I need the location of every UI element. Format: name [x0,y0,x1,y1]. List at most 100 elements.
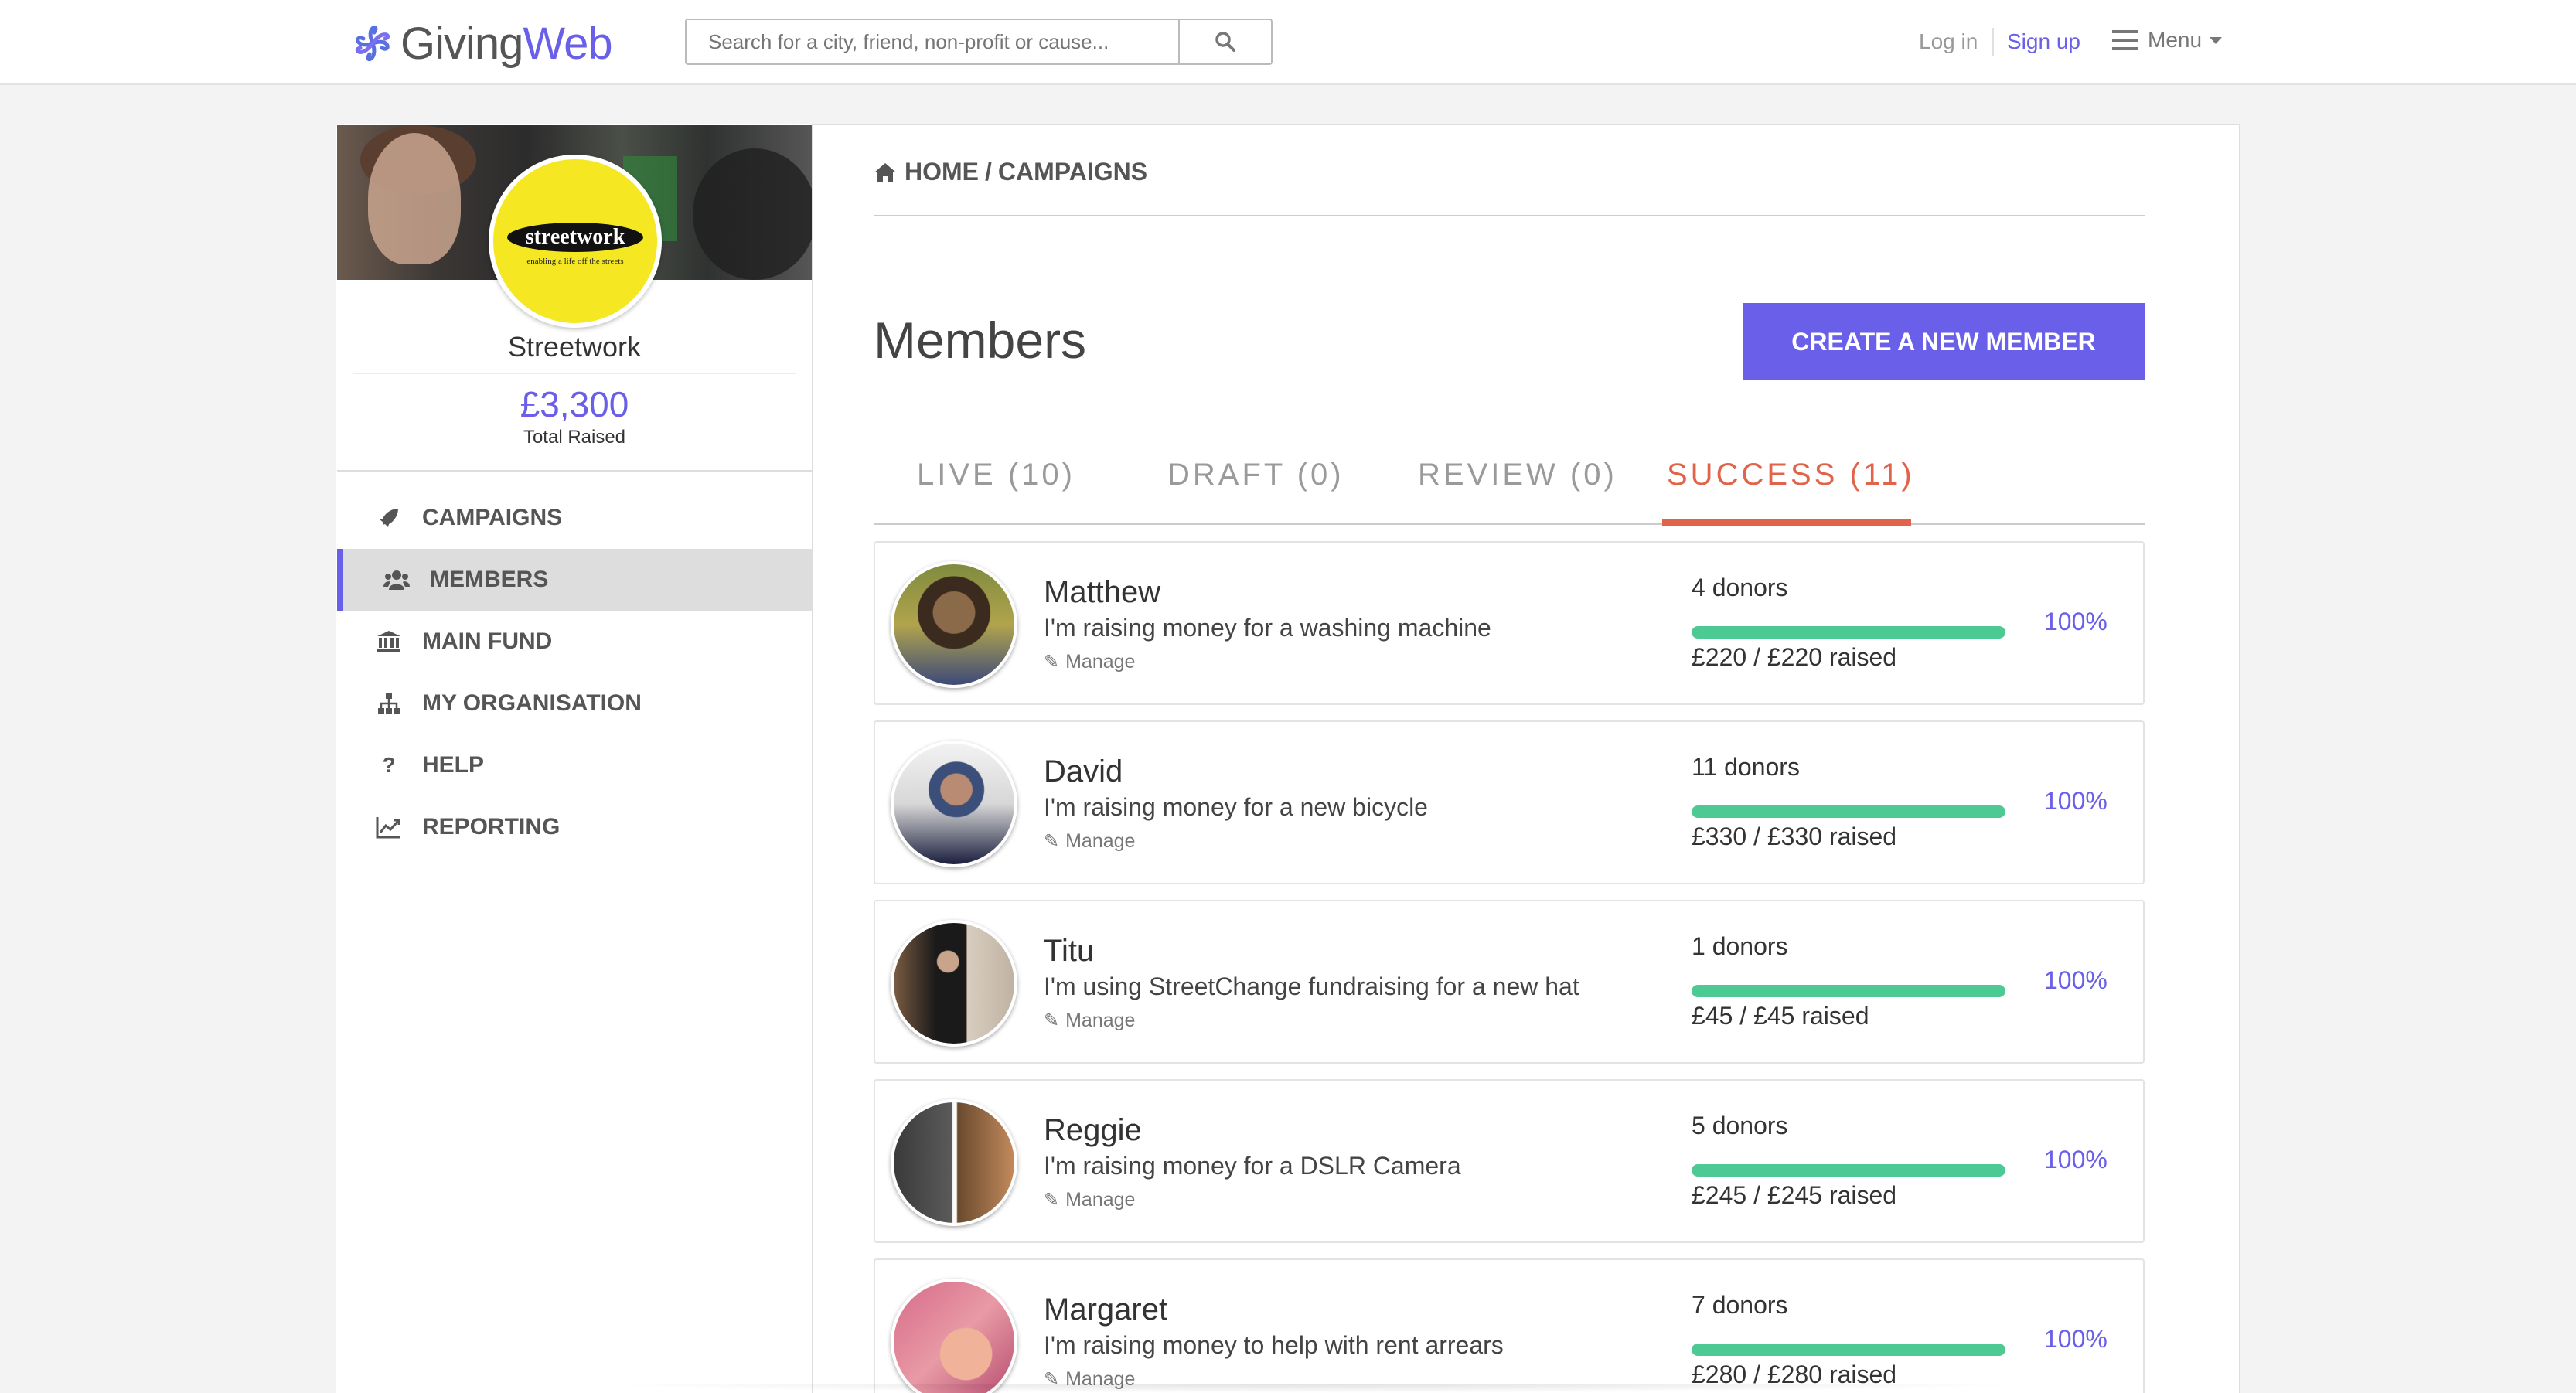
top-nav: GivingWeb Log in Sign up Menu [0,0,2576,85]
percent-complete: 100% [2044,1325,2107,1353]
bank-icon [376,628,402,655]
hamburger-icon [2112,30,2138,50]
edit-icon: ✎ [1044,831,1060,852]
member-card[interactable]: Reggie I'm raising money for a DSLR Came… [874,1079,2145,1243]
progress-fill [1692,626,2005,639]
member-campaign-description: I'm raising money to help with rent arre… [1044,1331,1504,1359]
member-card[interactable]: Margaret I'm raising money to help with … [874,1258,2145,1393]
member-campaign-description: I'm raising money for a washing machine [1044,614,1491,642]
breadcrumb-separator: / [985,158,992,186]
progress-bar [1692,805,2005,818]
progress-fill [1692,1164,2005,1177]
total-raised-amount: £3,300 [520,384,629,424]
menu-dropdown[interactable]: Menu [2112,28,2223,53]
progress-fill [1692,985,2005,997]
nav-divider [1992,28,1994,56]
donor-count: 4 donors [1692,574,1788,601]
progress-fill [1692,805,2005,818]
question-icon: ? [382,753,396,777]
line-chart-icon [376,814,402,840]
progress-fill [1692,1344,2005,1356]
manage-label: Manage [1065,830,1136,852]
breadcrumb-home[interactable]: HOME [905,158,979,186]
divider [337,470,812,472]
org-name: Streetwork [507,331,642,363]
signup-link[interactable]: Sign up [2007,29,2080,54]
sitemap-icon [376,690,402,717]
breadcrumb: HOME / CAMPAIGNS [874,158,1147,186]
manage-link[interactable]: ✎ Manage [1044,651,1135,673]
avatar[interactable] [891,1099,1017,1226]
member-campaign-description: I'm raising money for a new bicycle [1044,793,1428,821]
member-name[interactable]: Reggie [1044,1113,1142,1148]
sidebar-item-main-fund[interactable]: MAIN FUND [337,611,812,673]
sidebar-item-reporting[interactable]: REPORTING [337,796,812,858]
tab-success[interactable]: SUCCESS (11) [1667,458,1915,492]
search-input[interactable] [685,19,1180,65]
member-name[interactable]: Margaret [1044,1293,1167,1327]
active-tab-indicator [1662,519,1911,526]
amount-raised: £245 / £245 raised [1692,1181,1897,1209]
donor-count: 1 donors [1692,932,1788,960]
percent-complete: 100% [2044,1146,2107,1173]
edit-icon: ✎ [1044,1190,1060,1211]
avatar[interactable] [891,561,1017,688]
avatar[interactable] [891,1279,1017,1393]
org-logo: streetwork enabling a life off the stree… [489,155,662,328]
member-name[interactable]: Titu [1044,934,1094,969]
org-logo-wordmark: streetwork [507,223,643,252]
sidebar-item-label: HELP [422,752,485,778]
sidebar-item-campaigns[interactable]: CAMPAIGNS [337,487,812,549]
amount-raised: £45 / £45 raised [1692,1002,1869,1030]
sidebar-item-members[interactable]: MEMBERS [337,549,812,611]
member-campaign-description: I'm using StreetChange fundraising for a… [1044,972,1579,1000]
caret-down-icon [2210,36,2223,44]
tab-review[interactable]: REVIEW (0) [1418,458,1617,492]
menu-label: Menu [2148,28,2203,52]
create-new-member-button[interactable]: CREATE A NEW MEMBER [1743,303,2145,380]
manage-label: Manage [1065,1010,1136,1031]
donor-count: 11 donors [1692,753,1800,781]
giving-web-logo-icon [355,25,390,62]
tab-live[interactable]: LIVE (10) [917,458,1075,492]
site-logo[interactable]: GivingWeb [349,15,613,71]
breadcrumb-current[interactable]: CAMPAIGNS [998,158,1147,186]
avatar[interactable] [891,741,1017,867]
progress-bar [1692,1164,2005,1177]
avatar[interactable] [891,920,1017,1047]
login-link[interactable]: Log in [1919,29,1978,54]
amount-raised: £330 / £330 raised [1692,823,1897,850]
manage-label: Manage [1065,1189,1136,1211]
sidebar-item-label: MAIN FUND [422,628,553,654]
sidebar-item-label: MEMBERS [430,567,549,592]
divider [353,373,796,374]
sidebar-item-label: CAMPAIGNS [422,505,563,530]
member-name[interactable]: Matthew [1044,575,1160,610]
member-card[interactable]: David I'm raising money for a new bicycl… [874,720,2145,884]
org-logo-tagline: enabling a life off the streets [526,257,624,266]
manage-link[interactable]: ✎ Manage [1044,1189,1135,1211]
manage-link[interactable]: ✎ Manage [1044,830,1135,853]
site-logo-text: GivingWeb [400,18,613,70]
edit-icon: ✎ [1044,652,1060,673]
search-button[interactable] [1178,19,1273,65]
home-icon [874,162,896,182]
member-name[interactable]: David [1044,754,1123,789]
progress-bar [1692,985,2005,997]
tab-draft[interactable]: DRAFT (0) [1167,458,1344,492]
member-card[interactable]: Matthew I'm raising money for a washing … [874,541,2145,705]
amount-raised: £220 / £220 raised [1692,643,1897,671]
divider [874,215,2145,216]
page-title: Members [874,312,1087,369]
member-card[interactable]: Titu I'm using StreetChange fundraising … [874,900,2145,1064]
manage-label: Manage [1065,651,1136,673]
member-campaign-description: I'm raising money for a DSLR Camera [1044,1152,1461,1180]
donor-count: 5 donors [1692,1112,1788,1139]
sidebar-item-help[interactable]: ? HELP [337,734,812,796]
manage-link[interactable]: ✎ Manage [1044,1010,1135,1032]
sidebar-item-my-organisation[interactable]: MY ORGANISATION [337,673,812,734]
brand-part1: Giving [400,18,523,69]
total-raised-label: Total Raised [523,427,626,448]
sidebar-item-label: REPORTING [422,814,561,840]
percent-complete: 100% [2044,966,2107,994]
